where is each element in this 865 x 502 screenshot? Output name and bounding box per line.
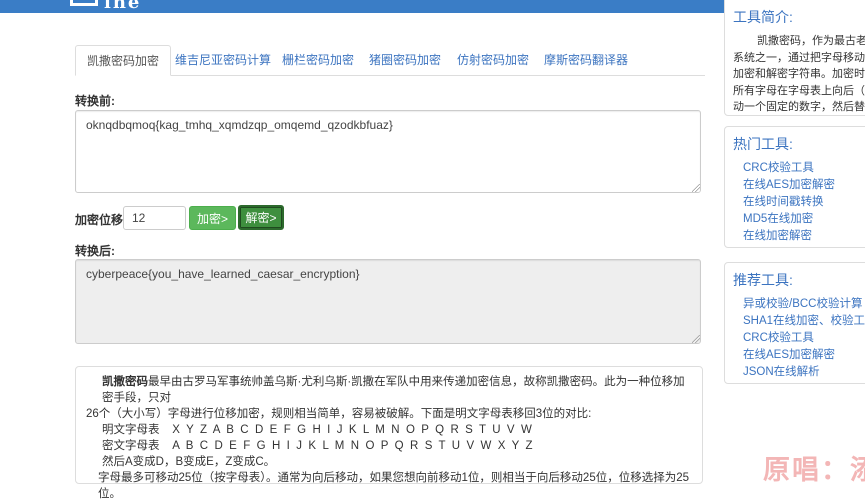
caesar-description: 凯撒密码最早由古罗马军事统帅盖乌斯·尤利乌斯·凯撒在军队中用来传递加密信息，故称… (75, 366, 703, 500)
desc-line-6: 字母最多可移动25位（按字母表）。通常为向后移动，如果您想向前移动1位，则相当于… (98, 472, 690, 500)
output-resize-handle[interactable] (692, 335, 700, 343)
recommended-tool-link[interactable]: SHA1在线加密、校验工具 (725, 313, 865, 330)
tab-morse[interactable]: 摩斯密码翻译器 (533, 45, 639, 76)
desc-line-5: 然后A变成D，B变成E，Z变成C。 (102, 456, 276, 468)
tab-vigenere[interactable]: 维吉尼亚密码计算 (164, 45, 282, 76)
watermark-text: 原唱：添 (763, 455, 865, 486)
input-resize-handle[interactable] (692, 184, 700, 192)
input-textarea[interactable]: oknqdbqmoq{kag_tmhq_xqmdzqp_omqemd_qzodk… (75, 110, 701, 193)
encrypt-button[interactable]: 加密> (189, 206, 236, 230)
hot-tool-link[interactable]: MD5在线加密 (725, 211, 865, 228)
hot-tool-link[interactable]: CRC校验工具 (725, 160, 865, 177)
recommended-tool-link[interactable]: 异或校验/BCC校验计算 (725, 296, 865, 313)
decrypt-button[interactable]: 解密> (238, 205, 284, 230)
tab-rail-fence[interactable]: 栅栏密码加密 (271, 45, 365, 76)
recommended-tool-link[interactable]: CRC校验工具 (725, 330, 865, 347)
output-textarea[interactable]: cyberpeace{you_have_learned_caesar_encry… (75, 259, 701, 344)
intro-line: 加密和解密字符串。加密时， (733, 68, 865, 80)
shift-input[interactable] (123, 206, 186, 230)
hot-tool-link[interactable]: 在线时间戳转换 (725, 194, 865, 211)
logo-icon (70, 0, 98, 6)
hot-tools-panel: 热门工具: CRC校验工具 在线AES加密解密 在线时间戳转换 MD5在线加密 … (724, 126, 865, 248)
recommended-tools-panel: 推荐工具: 异或校验/BCC校验计算 SHA1在线加密、校验工具 CRC校验工具… (724, 262, 865, 384)
intro-title: 工具简介: (733, 9, 793, 25)
cipher-alphabet-row: 密文字母表 A B C D E F G H I J K L M N O P Q … (102, 440, 533, 452)
intro-line: 所有字母在字母表上向后（或 (733, 84, 865, 97)
input-label: 转换前: (75, 94, 115, 108)
hot-tools-title: 热门工具: (733, 136, 793, 152)
intro-line: 凯撒密码，作为最古老的 (757, 35, 865, 47)
desc-line-2: 26个（大小写）字母进行位移加密，规则相当简单，容易被破解。下面是明文字母表移回… (86, 408, 592, 420)
recommended-tool-link[interactable]: JSON在线解析 (725, 364, 865, 381)
tool-intro-panel: 工具简介: 凯撒密码，作为最古老的 系统之一，通过把字母移动一 加密和解密字符串… (724, 0, 865, 116)
recommended-tool-link[interactable]: 在线AES加密解密 (725, 347, 865, 364)
tool-tabs: 凯撒密码加密 维吉尼亚密码计算 栅栏密码加密 猪圈密码加密 仿射密码加密 摩斯密… (75, 45, 705, 76)
recommended-tools-title: 推荐工具: (733, 272, 793, 288)
site-logo[interactable]: ihe TOOL (70, 0, 210, 10)
output-label: 转换后: (75, 244, 115, 258)
shift-label: 加密位移: (75, 213, 127, 227)
tab-pigpen[interactable]: 猪圈密码加密 (358, 45, 452, 76)
intro-line: 系统之一，通过把字母移动一 (733, 51, 865, 64)
intro-line: 动一个固定的数字，然后替换 (733, 101, 865, 113)
hot-tool-link[interactable]: 在线AES加密解密 (725, 177, 865, 194)
desc-line-1: 凯撒密码最早由古罗马军事统帅盖乌斯·尤利乌斯·凯撒在军队中用来传递加密信息，故称… (102, 376, 685, 404)
tab-caesar-encrypt[interactable]: 凯撒密码加密 (75, 45, 172, 76)
hot-tool-link[interactable]: 在线加密解密 (725, 228, 865, 245)
tab-affine[interactable]: 仿射密码加密 (446, 45, 540, 76)
plain-alphabet-row: 明文字母表 X Y Z A B C D E F G H I J K L M N … (102, 424, 532, 436)
